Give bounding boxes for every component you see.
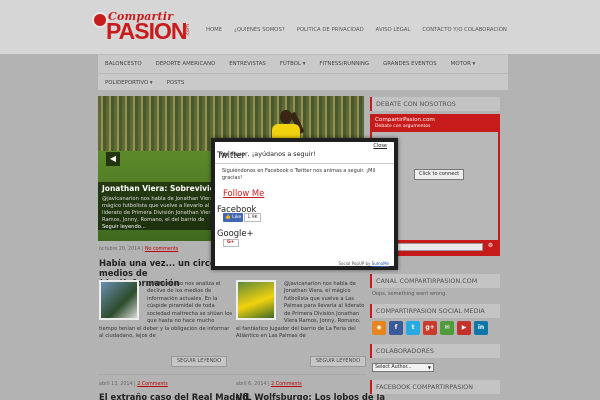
sidebar-heading-facebook: FACEBOOK COMPARTIRPASION [370,380,500,394]
twitter-icon[interactable]: t [406,321,420,335]
logo-com-text: .com [185,24,191,37]
sidebar-heading-canal: CANAL COMPARTIRPASION.COM [370,274,500,288]
post-thumbnail[interactable] [99,280,139,320]
nav-deporte-americano[interactable]: DEPORTE AMERICANO [149,61,223,67]
post-meta: octubre 20, 2014 | No comments [99,247,178,252]
chat-header: CompartirPasion.com Debate con argumento… [372,116,498,132]
top-nav-aviso-legal[interactable]: AVISO LEGAL [370,27,417,33]
top-nav-quienes-somos[interactable]: ¿QUIENES SOMOS? [228,27,291,33]
facebook-like-widget: 👍 Like 1.9K [223,213,261,222]
divider [98,374,366,375]
youtube-icon[interactable]: ▶ [457,321,471,335]
author-select-value: Select Author... [375,365,412,370]
rss-icon[interactable]: ◉ [372,321,386,335]
linkedin-icon[interactable]: in [474,321,488,335]
popup-body: Siguiéndonos en Facebook o Twitter nos a… [222,168,390,181]
popup-close-button[interactable]: Close [373,143,387,149]
post-date: abril 6, 2014 [236,382,267,387]
post-thumbnail[interactable] [236,280,276,320]
chevron-down-icon: ▼ [427,365,431,370]
main-nav: BALONCESTO DEPORTE AMERICANO ENTREVISTAS… [98,54,508,90]
google-plus-label: Google+ [217,228,254,238]
post-date: octubre 20, 2014 [99,247,141,252]
post-date: abril 13, 2014 [99,382,133,387]
twitter-follow-link[interactable]: Follow Me [223,188,264,198]
sidebar-heading-social: COMPARTIRPASION SOCIAL MEDIA [370,304,500,318]
nav-polideportivo[interactable]: POLIDEPORTIVO ▾ [98,80,160,86]
post-excerpt-continued: el fantástico jugador del barrio de La F… [236,326,356,340]
post-title[interactable]: El extraño caso del Real Madrid [99,392,248,400]
post-excerpt-continued: tiempo tenían el deber y la obligación d… [99,326,230,340]
post-meta: abril 6, 2014 | 2 Comments [236,382,302,387]
meta-separator: | [134,382,136,387]
facebook-icon[interactable]: f [389,321,403,335]
meta-separator: | [268,382,270,387]
sumome-link[interactable]: SumoMe [372,261,389,266]
click-to-connect-button[interactable]: Click to connect [414,169,465,180]
nav-entrevistas[interactable]: ENTREVISTAS [222,61,273,67]
google-plus-icon[interactable]: g+ [423,321,437,335]
sidebar-heading-colaboradores: COLABORADORES [370,344,500,358]
post-excerpt: @jWKampano nos analiza el declive de los… [147,281,233,325]
twitter-label: Twitter [217,150,246,160]
post-comments-link[interactable]: No comments [145,247,178,252]
chat-subtitle: Debate con argumentos [375,124,431,129]
chat-settings-icon[interactable]: ⚙ [486,242,495,251]
top-nav-contacto[interactable]: CONTACTO Y/O COLABORACIÓN [416,27,513,33]
top-nav-home[interactable]: HOME [200,27,228,33]
post-title[interactable]: VfL Wolfsburgo: Los lobos de la [236,392,385,400]
post-meta: abril 13, 2014 | 2 Comments [99,382,168,387]
popup-credit: Social PopUP by SumoMe [338,261,389,266]
nav-posts[interactable]: POSTS [160,80,192,86]
logo-main-text: PASION [106,18,187,44]
top-nav: HOME ¿QUIENES SOMOS? POLITICA DE PRIVACI… [200,27,513,33]
author-select[interactable]: Select Author... ▼ [372,363,434,372]
google-plus-button[interactable]: G+ [223,239,239,247]
top-nav-privacidad[interactable]: POLITICA DE PRIVACIDAD [291,27,370,33]
slider-prev-button[interactable]: ◀ [106,152,120,166]
read-more-button[interactable]: SEGUIR LEYENDO [171,356,228,367]
nav-baloncesto[interactable]: BALONCESTO [98,61,149,67]
post-comments-link[interactable]: 2 Comments [137,382,168,387]
facebook-like-count: 1.9K [244,213,261,222]
post-comments-link[interactable]: 2 Comments [271,382,302,387]
social-icons: ◉ f t g+ ✉ ▶ in [372,321,488,335]
email-icon[interactable]: ✉ [440,321,454,335]
read-more-button[interactable]: SEGUIR LEYENDO [310,356,367,367]
popup-intro: Siguiéndonos en Facebook o Twitter nos a… [222,168,376,181]
sidebar-heading-debate: DEBATE CON NOSOTROS [370,97,500,111]
facebook-like-button[interactable]: 👍 Like [223,213,244,222]
nav-grandes-eventos[interactable]: GRANDES EVENTOS [376,61,444,67]
canal-error-text: Oops, something went wrong. [372,291,447,297]
post-excerpt: @javicanarion nos habla de Jonathan Vier… [284,281,365,325]
site-logo[interactable]: Compartir PASION .com [92,10,198,48]
credit-text: Social PopUP by [338,261,372,266]
nav-fitness[interactable]: FITNESS/RUNNING [312,61,376,67]
social-popup: Por favor, ¡ayúdanos a seguir! Close Sig… [211,138,398,270]
chat-title: CompartirPasion.com [375,117,435,123]
nav-motor[interactable]: MOTOR ▾ [444,61,483,67]
page: Compartir PASION .com HOME ¿QUIENES SOMO… [0,0,600,400]
site-header: Compartir PASION .com HOME ¿QUIENES SOMO… [0,0,600,54]
nav-futbol[interactable]: FÚTBOL ▾ [273,61,313,67]
meta-separator: | [141,247,144,252]
